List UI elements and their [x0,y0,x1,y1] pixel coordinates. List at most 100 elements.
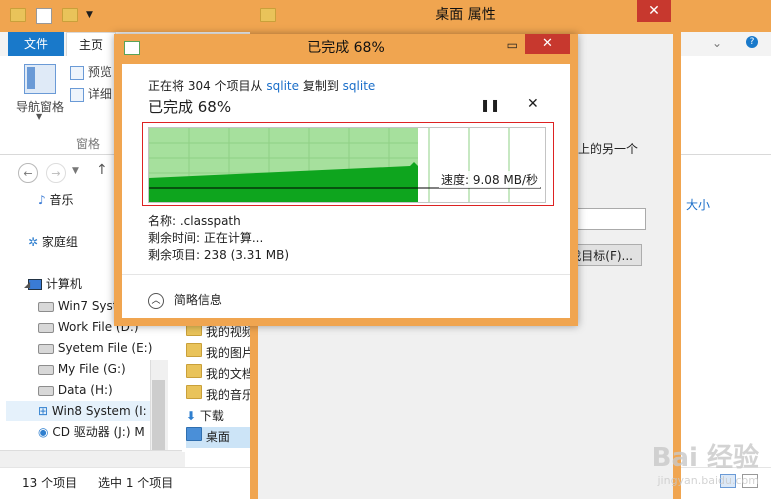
details-toggle-label: 简略信息 [173,293,222,307]
items-remaining-line: 剩余项目: 238 (3.31 MB) [148,248,290,262]
ribbon-expand-icon[interactable]: ⌄ [712,36,722,50]
transfer-speed-graph: 速度: 9.08 MB/秒 [148,127,546,203]
tree-item-computer[interactable]: 计算机 [28,274,82,294]
back-arrow-icon[interactable]: ← [18,163,38,183]
details-pane-icon [70,87,84,102]
list-item-label: 我的视频 [205,325,254,339]
tree-item-label: Win8 System (I: [51,404,147,418]
tree-item-drive[interactable]: Win7 Syst [38,296,118,316]
tree-item-label: CD 驱动器 (J:) M [52,425,145,439]
copy-summary-mid: 复制到 [302,79,339,93]
file-name-line: 名称: .classpath [148,214,241,228]
music-icon: ♪ [38,193,46,207]
copy-summary: 正在将 304 个项目从 sqlite 复制到 sqlite [148,77,375,94]
folder-icon [10,8,26,22]
file-list: 我的视频 我的图片 我的文档 我的音乐 ⬇ 下载 桌面 [182,322,254,452]
list-item-label: 我的音乐 [205,388,254,402]
navigation-pane-icon[interactable] [24,64,56,94]
chevron-up-icon: ︿ [148,292,164,309]
tree-item-label: Data (H:) [57,383,113,397]
tree-item-music[interactable]: ♪ 音乐 [38,190,74,210]
new-folder-icon[interactable] [62,8,78,22]
progress-text: 已完成 68% [148,98,232,116]
properties-quick-icon[interactable] [36,8,52,24]
watermark-url: jingyan.baidu.com [657,474,759,487]
cancel-button[interactable]: ✕ [527,96,539,112]
drive-icon [38,343,54,354]
divider [122,274,570,275]
tree-item-label: My File (G:) [57,362,126,376]
preview-pane-button[interactable]: 预览 [70,63,112,80]
item-count: 13 个项目 [22,476,78,490]
copy-progress-dialog: 已完成 68% ▭ ✕ 正在将 304 个项目从 sqlite 复制到 sqli… [114,34,578,326]
folder-icon [186,385,202,399]
list-item-selected[interactable]: 桌面 [186,427,252,448]
watermark-logo: Bai 经验 jingyan.baidu.com [652,437,759,487]
recent-dropdown-icon[interactable]: ▼ [72,166,79,176]
details-pane-button[interactable]: 详细 [70,85,112,102]
close-icon: ✕ [542,36,553,51]
folder-icon [186,343,202,357]
selected-count: 选中 1 个项目 [98,476,174,490]
tree-item-label: Win7 Syst [57,299,118,313]
windows-drive-icon: ⊞ [38,404,49,418]
tree-item-cd-drive[interactable]: ◉ CD 驱动器 (J:) M [38,422,145,442]
pause-button[interactable]: ❚❚ [480,98,500,112]
tree-item-drive-selected[interactable]: ⊞ Win8 System (I: [6,401,150,421]
list-item-label: 我的图片 [205,346,254,360]
list-item-label: 我的文档 [205,367,254,381]
homegroup-icon: ✲ [28,235,39,249]
pause-icon: ❚❚ [480,98,501,112]
time-remaining-line: 剩余时间: 正在计算... [148,231,264,245]
tree-item-label: 音乐 [49,193,74,207]
copy-summary-prefix: 正在将 304 个项目从 [148,79,263,93]
tab-home[interactable]: 主页 [66,32,116,57]
expand-arrow-icon[interactable]: ◢ [24,280,30,289]
horizontal-scrollbar[interactable] [0,450,185,468]
tree-item-drive[interactable]: Data (H:) [38,380,113,400]
nav-pane-dropdown-icon[interactable]: ▼ [36,112,42,121]
maximize-icon: ▭ [506,38,518,52]
tree-item-drive[interactable]: My File (G:) [38,359,126,379]
tree-item-label: Syetem File (E:) [57,341,153,355]
close-icon: ✕ [648,3,660,19]
close-button[interactable]: ✕ [637,0,671,22]
destination-link[interactable]: sqlite [343,79,376,93]
cd-icon: ◉ [38,425,49,439]
tab-file[interactable]: 文件 [8,32,64,56]
tree-item-label: 家庭组 [41,235,78,249]
tree-item-drive[interactable]: Syetem File (E:) [38,338,152,358]
speed-graph-svg [149,128,541,202]
download-icon: ⬇ [186,409,197,423]
tree-item-homegroup[interactable]: ✲ 家庭组 [28,232,78,252]
watermark-brand: Bai 经验 [651,443,759,473]
help-icon[interactable]: ? [746,36,758,48]
preview-pane-label: 预览 [87,65,112,79]
desktop-folder-icon [186,427,202,441]
drive-icon [38,364,54,375]
chevron-down-icon[interactable]: ▼ [86,10,93,26]
list-item[interactable]: 我的图片 [186,343,254,364]
tree-item-label: 计算机 [45,277,82,291]
folder-icon [186,364,202,378]
list-item[interactable]: 我的文档 [186,364,254,385]
up-arrow-icon[interactable]: ↑ [96,162,108,178]
forward-arrow-icon[interactable]: → [46,163,66,183]
ribbon-group-label: 窗格 [76,137,101,151]
speed-label: 速度: 9.08 MB/秒 [439,171,541,188]
maximize-button[interactable]: ▭ [507,38,518,52]
source-link[interactable]: sqlite [266,79,299,93]
list-item[interactable]: ⬇ 下载 [186,406,224,427]
properties-title: 桌面 属性 [435,7,496,23]
details-toggle-button[interactable]: ︿ 简略信息 [148,291,222,309]
preview-pane-icon [70,65,84,80]
tree-scrollbar-thumb[interactable] [152,380,165,450]
size-column-header[interactable]: 大小 [686,196,710,213]
list-item[interactable]: 我的音乐 [186,385,254,406]
details-pane-label: 详细 [87,87,112,101]
drive-icon [38,322,54,333]
drive-icon [38,301,54,312]
list-item-label: 桌面 [205,430,230,444]
close-button[interactable]: ✕ [525,34,570,54]
close-icon: ✕ [527,96,539,112]
